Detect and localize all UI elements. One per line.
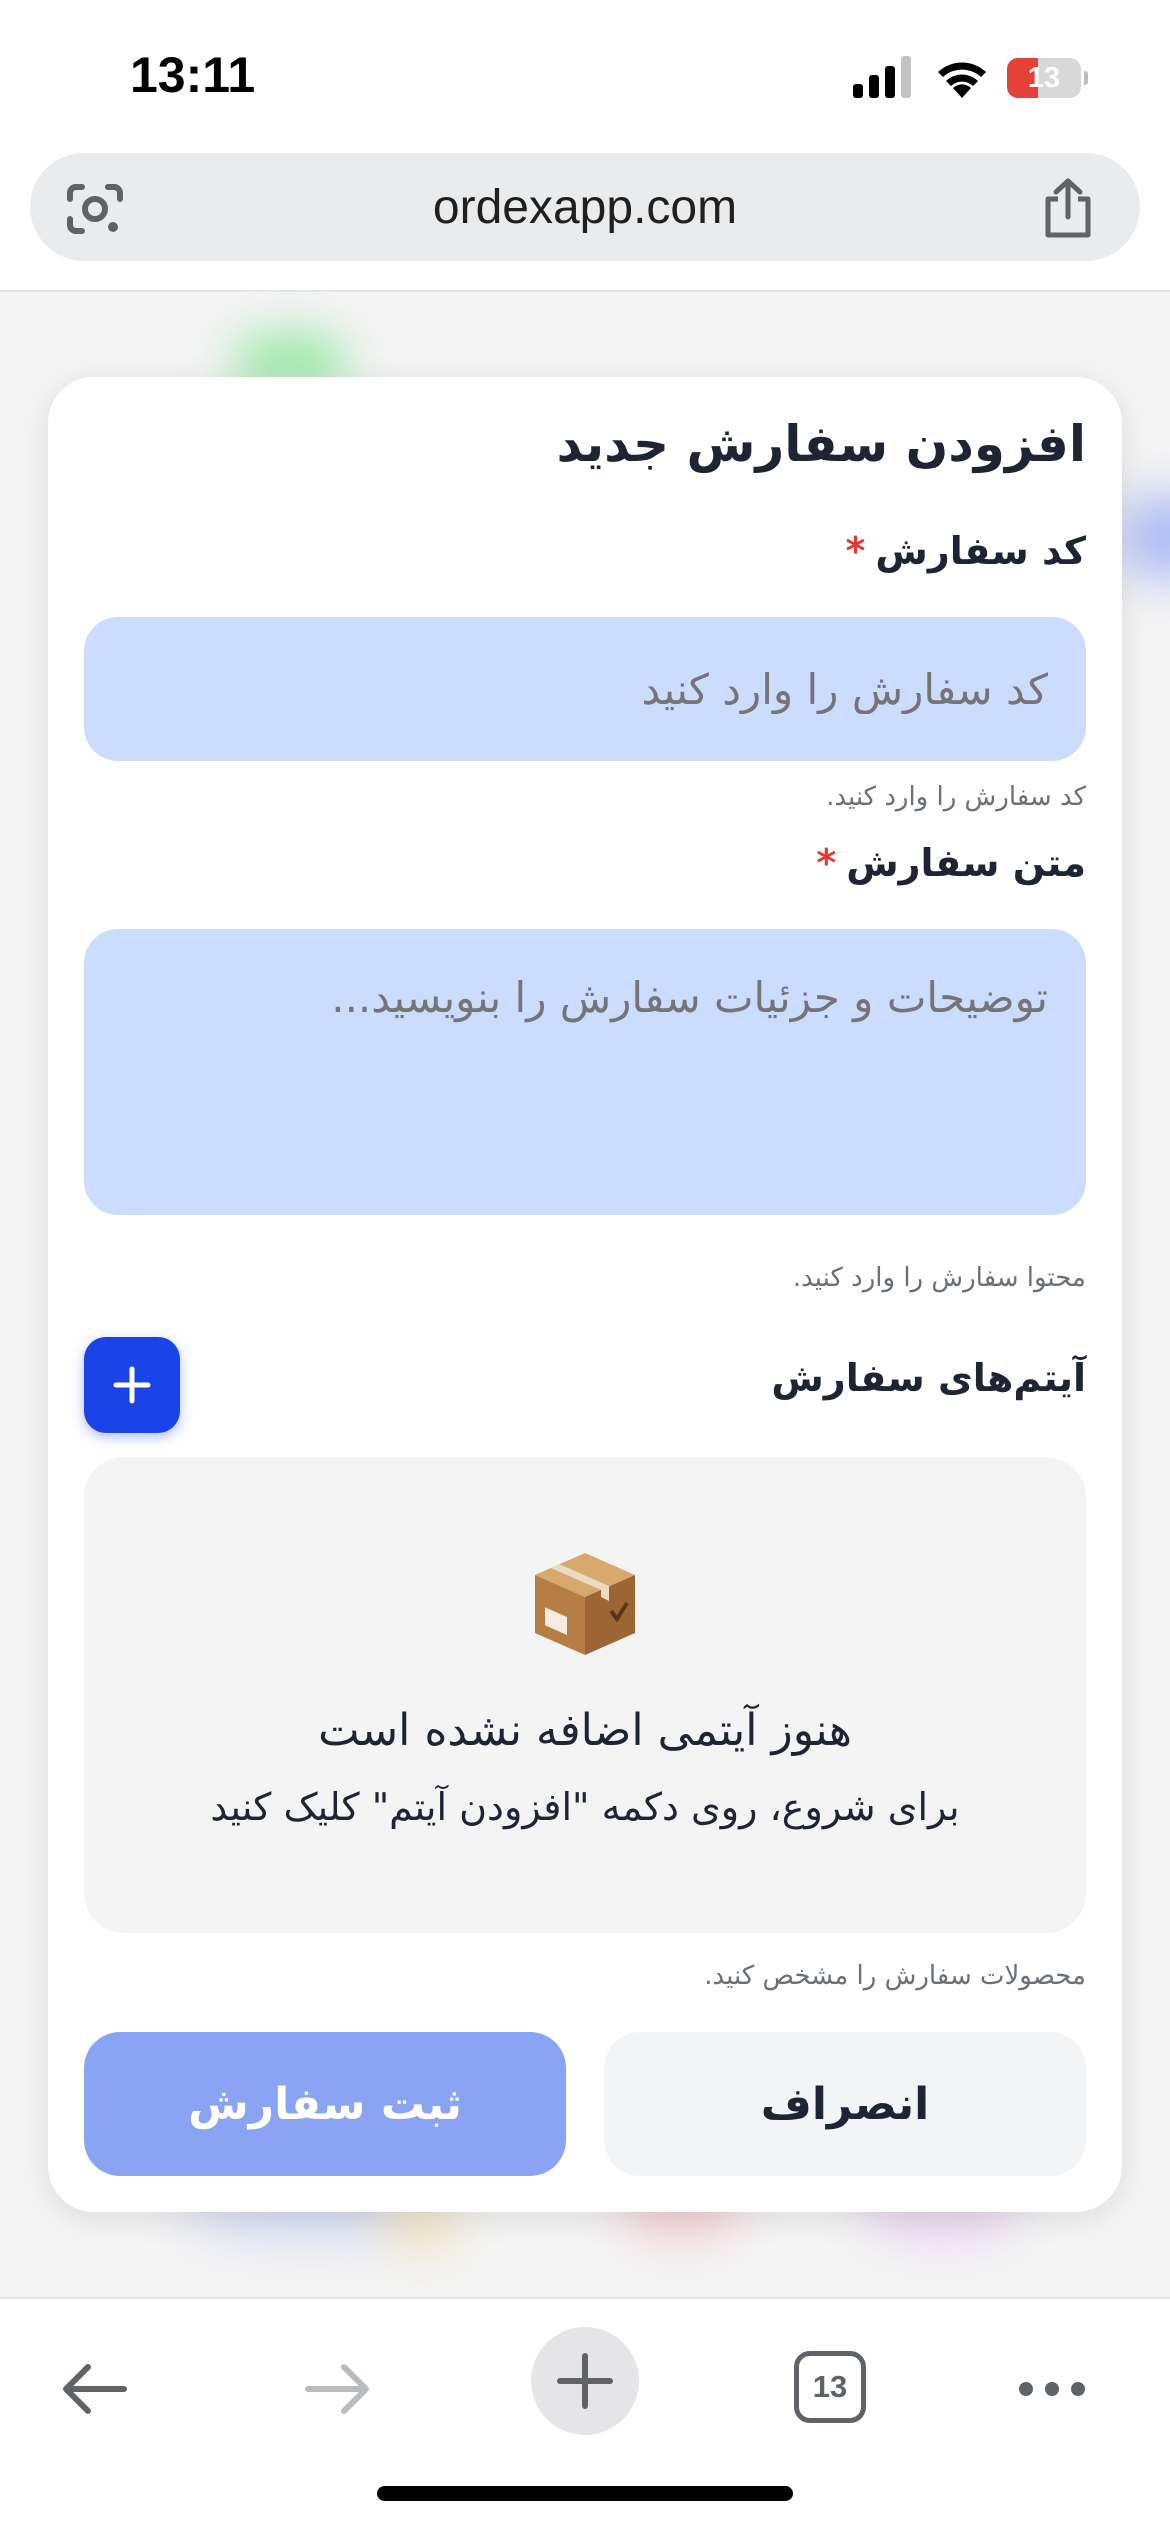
order-text-label-text: متن سفارش (846, 841, 1086, 885)
required-mark: * (816, 841, 837, 885)
wifi-icon (938, 62, 986, 98)
tabs-icon[interactable]: 13 (794, 2351, 866, 2423)
order-code-hint: کد سفارش را وارد کنید. (826, 782, 1086, 812)
plus-icon (557, 2353, 613, 2409)
order-text-textarea[interactable] (84, 929, 1086, 1215)
order-text-label: متن سفارش* (816, 841, 1086, 885)
battery-level: 13 (1027, 61, 1061, 94)
cellular-signal-icon (853, 56, 911, 98)
address-bar-area: ordexapp.com (0, 150, 1170, 292)
share-icon[interactable] (1040, 177, 1096, 239)
forward-icon[interactable] (302, 2359, 374, 2419)
order-items-label: آیتم‌های سفارش (771, 1356, 1086, 1400)
modal-title: افزودن سفارش جدید (556, 415, 1087, 473)
battery-icon: 13 (1007, 58, 1088, 98)
back-icon[interactable] (58, 2359, 130, 2419)
add-order-modal: افزودن سفارش جدید کد سفارش* کد سفارش را … (48, 377, 1122, 2212)
order-code-input[interactable] (84, 617, 1086, 761)
more-icon[interactable] (1016, 2377, 1088, 2401)
submit-order-button[interactable]: ثبت سفارش (84, 2032, 566, 2176)
plus-icon (113, 1366, 151, 1404)
order-items-hint: محصولات سفارش را مشخص کنید. (704, 1961, 1086, 1991)
add-item-button[interactable] (84, 1337, 180, 1433)
order-text-hint: محتوا سفارش را وارد کنید. (792, 1263, 1086, 1293)
browser-screen: 13:11 13 ordexapp.com افزودن سفارش جدید … (0, 0, 1170, 2532)
order-code-label: کد سفارش* (846, 529, 1086, 573)
status-bar: 13:11 13 (0, 0, 1170, 150)
url-text[interactable]: ordexapp.com (150, 153, 1020, 261)
required-mark: * (845, 529, 866, 573)
empty-state-title: هنوز آیتمی اضافه نشده است (318, 1705, 852, 1756)
status-time: 13:11 (130, 47, 256, 103)
home-indicator (377, 2486, 793, 2501)
cancel-button[interactable]: انصراف (604, 2032, 1086, 2176)
new-tab-button[interactable] (531, 2327, 639, 2435)
lens-icon[interactable] (66, 183, 124, 235)
package-box-icon (535, 1553, 635, 1655)
empty-state-subtitle: برای شروع، روی دکمه "افزودن آیتم" کلیک ک… (210, 1785, 960, 1829)
order-code-label-text: کد سفارش (875, 529, 1086, 573)
url-bar[interactable]: ordexapp.com (30, 153, 1140, 261)
items-empty-state: هنوز آیتمی اضافه نشده است برای شروع، روی… (84, 1457, 1086, 1933)
